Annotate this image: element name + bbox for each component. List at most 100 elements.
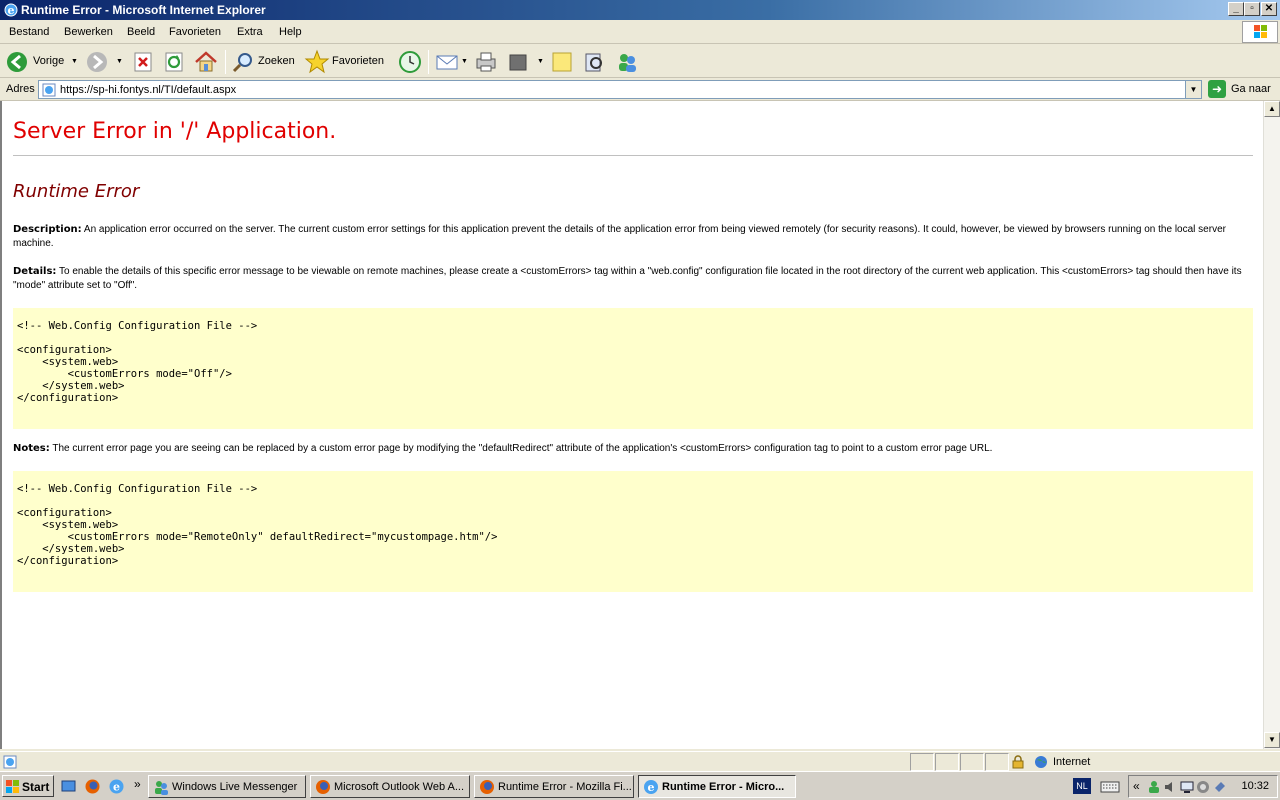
task-runtime-error-firefox[interactable]: Runtime Error - Mozilla Fi... bbox=[474, 775, 634, 798]
address-dropdown-icon[interactable]: ▼ bbox=[1185, 81, 1201, 98]
mail-dropdown-icon[interactable]: ▼ bbox=[461, 58, 468, 65]
address-bar: Adres https://sp-hi.fontys.nl/TI/default… bbox=[0, 78, 1280, 101]
home-icon[interactable] bbox=[193, 49, 219, 75]
toolbar-separator bbox=[428, 50, 429, 74]
favorites-button-label[interactable]: Favorieten bbox=[332, 55, 384, 67]
page-content: Server Error in '/' Application. Runtime… bbox=[0, 101, 1263, 749]
runtime-error-subheading: Runtime Error bbox=[13, 181, 140, 202]
status-cell bbox=[935, 753, 959, 771]
notes-label: Notes: bbox=[13, 443, 50, 454]
vertical-scrollbar[interactable]: ▲ ▼ bbox=[1263, 101, 1280, 749]
config-code-block-remoteonly: <!-- Web.Config Configuration File --> <… bbox=[13, 471, 1253, 592]
toolbar-separator bbox=[225, 50, 226, 74]
refresh-icon[interactable] bbox=[163, 49, 185, 75]
messenger-icon[interactable] bbox=[615, 49, 639, 75]
description-text: An application error occurred on the ser… bbox=[13, 224, 1226, 249]
research-icon[interactable] bbox=[582, 49, 606, 75]
divider bbox=[13, 155, 1253, 156]
mail-icon[interactable] bbox=[434, 49, 460, 75]
address-input[interactable]: https://sp-hi.fontys.nl/TI/default.aspx … bbox=[38, 80, 1202, 99]
status-cell bbox=[910, 753, 934, 771]
close-button[interactable]: ✕ bbox=[1261, 2, 1277, 16]
edit-dropdown-icon[interactable]: ▼ bbox=[537, 58, 544, 65]
task-label[interactable]: Runtime Error - Micro... bbox=[662, 781, 784, 793]
clock[interactable]: 10:32 bbox=[1241, 780, 1269, 792]
language-indicator[interactable]: NL bbox=[1073, 778, 1091, 794]
address-label: Adres bbox=[6, 83, 35, 95]
status-cell bbox=[985, 753, 1009, 771]
messenger-tray-icon[interactable] bbox=[1147, 780, 1161, 794]
update-icon[interactable] bbox=[1196, 780, 1210, 794]
favorites-star-icon[interactable] bbox=[304, 49, 330, 75]
scroll-up-icon[interactable]: ▲ bbox=[1264, 101, 1280, 117]
system-tray: « 10:32 bbox=[1128, 775, 1278, 798]
svg-text:e: e bbox=[113, 781, 120, 794]
start-label[interactable]: Start bbox=[22, 780, 49, 794]
task-label[interactable]: Runtime Error - Mozilla Fi... bbox=[498, 781, 632, 793]
go-button-label[interactable]: Ga naar bbox=[1231, 83, 1271, 95]
forward-dropdown-icon[interactable]: ▼ bbox=[116, 58, 123, 65]
address-url[interactable]: https://sp-hi.fontys.nl/TI/default.aspx bbox=[60, 84, 236, 96]
notes-paragraph: Notes: The current error page you are se… bbox=[13, 442, 1247, 456]
task-label[interactable]: Microsoft Outlook Web A... bbox=[334, 781, 464, 793]
volume-icon[interactable] bbox=[1163, 780, 1177, 794]
internet-zone-icon bbox=[1035, 756, 1047, 768]
internet-explorer-icon: e bbox=[644, 780, 658, 794]
internet-explorer-icon: e bbox=[4, 3, 18, 17]
toolbar: Vorige ▼ ▼ Zoeken Favorieten ▼ ▼ bbox=[0, 45, 1280, 78]
description-paragraph: Description: An application error occurr… bbox=[13, 223, 1247, 251]
quicklaunch-ie-icon[interactable]: e bbox=[108, 778, 125, 795]
history-icon[interactable] bbox=[397, 49, 423, 75]
page-status-icon bbox=[3, 755, 17, 769]
config-code-off: <!-- Web.Config Configuration File --> <… bbox=[17, 320, 258, 404]
tray-expand-icon[interactable]: « bbox=[1133, 779, 1140, 793]
stop-icon[interactable] bbox=[132, 49, 154, 75]
network-icon[interactable] bbox=[1180, 780, 1194, 794]
minimize-button[interactable]: _ bbox=[1228, 2, 1244, 16]
task-runtime-error-ie[interactable]: e Runtime Error - Micro... bbox=[638, 775, 796, 798]
config-code-block-off: <!-- Web.Config Configuration File --> <… bbox=[13, 308, 1253, 429]
firefox-icon bbox=[316, 780, 330, 794]
forward-arrow-icon[interactable] bbox=[85, 49, 109, 75]
discuss-note-icon[interactable] bbox=[550, 49, 574, 75]
quicklaunch-more-icon[interactable]: » bbox=[134, 777, 141, 791]
status-bar: Internet bbox=[0, 751, 1280, 771]
windows-flag-icon bbox=[6, 780, 19, 793]
task-label[interactable]: Windows Live Messenger bbox=[172, 781, 297, 793]
menu-favorieten[interactable]: Favorieten bbox=[169, 26, 221, 38]
quicklaunch-desktop-icon[interactable] bbox=[60, 778, 77, 795]
go-button[interactable]: ➜ Ga naar bbox=[1208, 80, 1278, 99]
keyboard-icon[interactable] bbox=[1100, 779, 1120, 794]
back-button-label[interactable]: Vorige bbox=[33, 55, 64, 67]
power-icon[interactable] bbox=[1213, 780, 1227, 794]
menu-bestand[interactable]: Bestand bbox=[9, 26, 49, 38]
maximize-button[interactable]: ▫ bbox=[1244, 2, 1260, 16]
menu-beeld[interactable]: Beeld bbox=[127, 26, 155, 38]
menu-bar: Bestand Bewerken Beeld Favorieten Extra … bbox=[0, 20, 1280, 44]
go-arrow-icon[interactable]: ➜ bbox=[1208, 80, 1226, 98]
error-heading: Server Error in '/' Application. bbox=[13, 119, 337, 144]
back-arrow-icon[interactable] bbox=[5, 49, 29, 75]
edit-icon[interactable] bbox=[506, 49, 530, 75]
menu-bewerken[interactable]: Bewerken bbox=[64, 26, 113, 38]
search-icon[interactable] bbox=[231, 49, 255, 75]
taskbar: Start e » Windows Live Messenger Microso… bbox=[0, 771, 1280, 800]
search-button-label[interactable]: Zoeken bbox=[258, 55, 295, 67]
back-dropdown-icon[interactable]: ▼ bbox=[71, 58, 78, 65]
notes-text: The current error page you are seeing ca… bbox=[49, 443, 993, 454]
task-windows-live-messenger[interactable]: Windows Live Messenger bbox=[148, 775, 306, 798]
details-paragraph: Details: To enable the details of this s… bbox=[13, 265, 1247, 293]
menu-extra[interactable]: Extra bbox=[237, 26, 263, 38]
svg-text:e: e bbox=[648, 781, 655, 794]
scroll-down-icon[interactable]: ▼ bbox=[1264, 732, 1280, 748]
security-zone-label: Internet bbox=[1053, 756, 1091, 768]
task-outlook-web-access[interactable]: Microsoft Outlook Web A... bbox=[310, 775, 470, 798]
firefox-icon bbox=[480, 780, 494, 794]
config-code-remoteonly: <!-- Web.Config Configuration File --> <… bbox=[17, 483, 498, 567]
window-title: Runtime Error - Microsoft Internet Explo… bbox=[21, 3, 266, 17]
quicklaunch-firefox-icon[interactable] bbox=[84, 778, 101, 795]
menu-help[interactable]: Help bbox=[279, 26, 302, 38]
start-button[interactable]: Start bbox=[2, 775, 54, 797]
print-icon[interactable] bbox=[473, 49, 499, 75]
description-label: Description: bbox=[13, 224, 82, 235]
